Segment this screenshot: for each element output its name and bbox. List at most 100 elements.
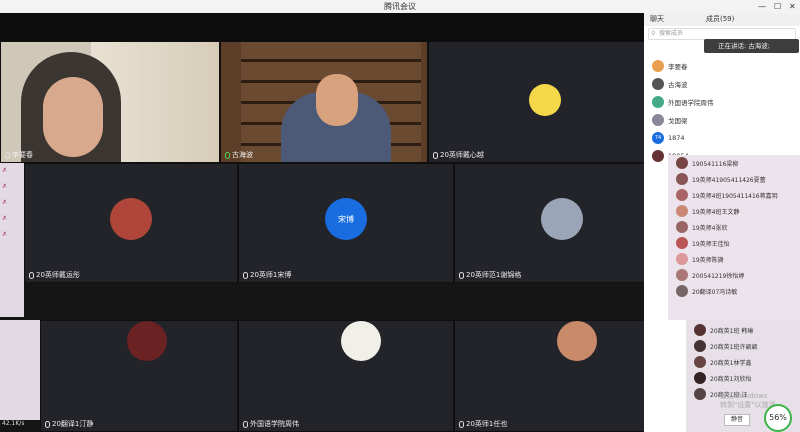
participant-name: 20商英1班许颖颖 bbox=[710, 343, 758, 351]
participant-name: 19英师4班王文静 bbox=[692, 208, 740, 216]
search-placeholder: 搜索成员 bbox=[659, 30, 684, 37]
tile-name: 20英师1宋博 bbox=[243, 270, 291, 280]
avatar bbox=[652, 114, 664, 126]
minimize-icon[interactable]: — bbox=[758, 0, 766, 13]
participant-name: 19英师陈旖 bbox=[692, 256, 724, 264]
participant-face bbox=[43, 77, 103, 157]
mic-off-icon: ✗ bbox=[2, 167, 8, 174]
member-name: 外国语学院周伟 bbox=[668, 99, 714, 107]
avatar bbox=[694, 356, 706, 368]
video-tile-7[interactable]: 20翻译1汀静 bbox=[40, 320, 238, 432]
participant-name: 20商英1刘欣怡 bbox=[710, 375, 752, 383]
participant-name: 19英师4张欣 bbox=[692, 224, 728, 232]
list-item[interactable]: 200541219徐怡婷 bbox=[668, 267, 800, 283]
tile-name: 20翻译1汀静 bbox=[45, 419, 93, 429]
list-item[interactable]: 古海波 bbox=[644, 75, 800, 93]
tab-chat[interactable]: 聊天 bbox=[644, 13, 670, 26]
video-tile-2[interactable]: 古海波 bbox=[220, 41, 428, 163]
mic-icon bbox=[29, 271, 34, 279]
list-item[interactable]: 外国语学院周伟 bbox=[644, 93, 800, 111]
list-item[interactable]: 20翻译07冯诗敏 bbox=[668, 283, 800, 299]
tile-name: 外国语学院周伟 bbox=[243, 419, 299, 429]
video-tile-4[interactable]: 20英师戴运彤 bbox=[24, 163, 238, 283]
list-item[interactable]: 19英师4班1905411416蒋嘉玥 bbox=[668, 187, 800, 203]
panel-tabs: 聊天 成员(59) bbox=[644, 13, 800, 26]
participant-name: 19英师4班1905411416蒋嘉玥 bbox=[692, 192, 778, 200]
mic-off-icon: ✗ bbox=[2, 183, 8, 190]
mic-icon bbox=[45, 420, 50, 428]
maximize-icon[interactable]: ☐ bbox=[774, 0, 781, 13]
participant-name: 19英师王佳怡 bbox=[692, 240, 730, 248]
mic-icon bbox=[459, 271, 464, 279]
mic-off-icon: ✗ bbox=[2, 215, 8, 222]
mic-icon bbox=[225, 151, 230, 159]
member-name: 古海波 bbox=[668, 81, 688, 89]
zoom-badge: 56% bbox=[764, 404, 792, 432]
tile-name: 20英师1任也 bbox=[459, 419, 507, 429]
avatar bbox=[541, 198, 583, 240]
avatar bbox=[676, 269, 688, 281]
close-icon[interactable]: ✕ bbox=[789, 0, 796, 13]
list-item[interactable]: 20商英1班许颖颖 bbox=[686, 338, 800, 354]
video-tile-3[interactable]: 20英师戴心越 bbox=[428, 41, 668, 163]
mic-icon bbox=[5, 151, 10, 159]
participant-face bbox=[316, 74, 358, 126]
participant-name: 20翻译07冯诗敏 bbox=[692, 288, 738, 296]
avatar bbox=[676, 221, 688, 233]
avatar bbox=[676, 253, 688, 265]
member-list: 李要春 古海波 外国语学院周伟 戈国梁 741874 19054 bbox=[644, 57, 800, 165]
tab-members[interactable]: 成员(59) bbox=[700, 13, 740, 26]
avatar bbox=[110, 198, 152, 240]
video-tile-8[interactable]: 外国语学院周伟 bbox=[238, 320, 454, 432]
avatar bbox=[676, 189, 688, 201]
avatar bbox=[694, 324, 706, 336]
tile-name: 李要春 bbox=[5, 150, 33, 160]
avatar bbox=[529, 84, 561, 116]
video-tile-1[interactable]: 李要春 bbox=[0, 41, 220, 163]
list-item[interactable]: 19英师4张欣 bbox=[668, 219, 800, 235]
avatar bbox=[676, 205, 688, 217]
mic-off-icon: ✗ bbox=[2, 199, 8, 206]
participant-name: 200541219徐怡婷 bbox=[692, 272, 745, 280]
mic-icon bbox=[243, 271, 248, 279]
video-tile-6[interactable]: 20英师范1谢锦格 bbox=[454, 163, 668, 283]
avatar bbox=[652, 150, 664, 162]
list-item[interactable]: 19英师王佳怡 bbox=[668, 235, 800, 251]
member-name: 李要春 bbox=[668, 63, 688, 71]
speaking-label: 正在讲话: 古海波; bbox=[718, 42, 770, 50]
list-item[interactable]: 戈国梁 bbox=[644, 111, 800, 129]
list-item[interactable]: 20商英1林学鑫 bbox=[686, 354, 800, 370]
list-item[interactable]: 19英师陈旖 bbox=[668, 251, 800, 267]
avatar bbox=[652, 78, 664, 90]
list-item[interactable]: 19英师4班王文静 bbox=[668, 203, 800, 219]
mic-off-icon: ✗ bbox=[2, 231, 8, 238]
participant-name: 20商英1林学鑫 bbox=[710, 359, 752, 367]
avatar bbox=[557, 321, 597, 361]
participant-name: 20商英1班 韩琳 bbox=[710, 327, 754, 335]
member-name: 1874 bbox=[668, 134, 685, 142]
mic-icon bbox=[433, 151, 438, 159]
list-item[interactable]: 74 1874 bbox=[644, 129, 800, 147]
video-tile-5[interactable]: 宋博 20英师1宋博 bbox=[238, 163, 454, 283]
left-overlay-strip: ✗ ✗ ✗ ✗ ✗ bbox=[0, 163, 24, 317]
avatar bbox=[694, 388, 706, 400]
video-tile-9[interactable]: 20英师1任也 bbox=[454, 320, 668, 432]
list-item[interactable]: 李要春 bbox=[644, 57, 800, 75]
list-item[interactable]: 20商英1刘欣怡 bbox=[686, 370, 800, 386]
list-item[interactable]: 19英师41905411426夏蕾 bbox=[668, 171, 800, 187]
participant-name: 190541116梁柳 bbox=[692, 160, 739, 168]
list-item[interactable]: 20商英1班 韩琳 bbox=[686, 322, 800, 338]
list-item[interactable]: 190541116梁柳 bbox=[668, 155, 800, 171]
avatar bbox=[341, 321, 381, 361]
speaking-indicator: 正在讲话: 古海波; bbox=[704, 39, 799, 53]
left-overlay-strip-2 bbox=[0, 320, 40, 420]
avatar bbox=[127, 321, 167, 361]
mute-button[interactable]: 静音 bbox=[724, 414, 750, 426]
member-name: 戈国梁 bbox=[668, 117, 688, 125]
participant-list: 190541116梁柳 19英师41905411426夏蕾 19英师4班1905… bbox=[668, 155, 800, 320]
tile-name: 20英师戴运彤 bbox=[29, 270, 80, 280]
avatar: 宋博 bbox=[325, 198, 367, 240]
avatar bbox=[694, 372, 706, 384]
avatar bbox=[676, 237, 688, 249]
tile-name: 古海波 bbox=[225, 150, 253, 160]
